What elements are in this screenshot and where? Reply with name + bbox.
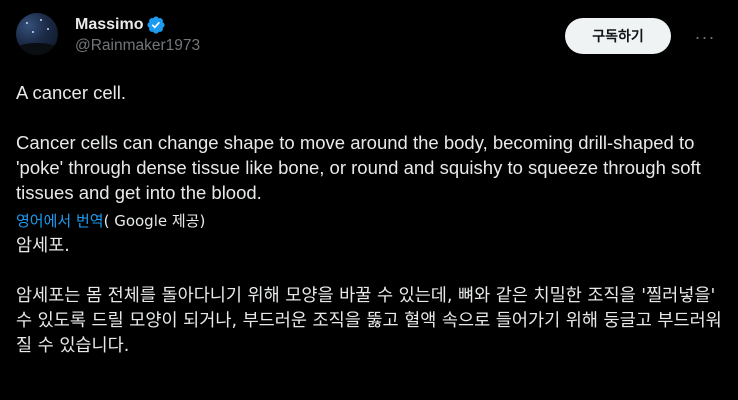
tweet-body: A cancer cell. Cancer cells can change s…	[16, 80, 722, 359]
more-options-icon[interactable]: ···	[688, 20, 722, 54]
translated-from-link[interactable]: 영어에서 번역	[16, 212, 104, 230]
tweet-header: Massimo @Rainmaker1973 구독하기 ···	[16, 12, 722, 56]
author-display-name[interactable]: Massimo	[75, 16, 143, 34]
tweet-text-line1: A cancer cell.	[16, 82, 127, 103]
verified-badge-icon	[147, 15, 166, 34]
avatar[interactable]	[16, 13, 58, 55]
author-handle[interactable]: @Rainmaker1973	[75, 37, 200, 55]
translated-text-line1: 암세포.	[16, 236, 70, 256]
translation-provider: ( Google 제공)	[103, 212, 206, 230]
tweet-card: Massimo @Rainmaker1973 구독하기 ··· A cancer…	[0, 0, 738, 400]
author-info: Massimo @Rainmaker1973	[75, 14, 200, 55]
subscribe-button[interactable]: 구독하기	[565, 18, 671, 54]
translated-text-line2: 암세포는 몸 전체를 돌아다니기 위해 모양을 바꿀 수 있는데, 뼈와 같은 …	[16, 286, 722, 356]
tweet-text-line2: Cancer cells can change shape to move ar…	[16, 132, 706, 203]
translation-attribution: 영어에서 번역( Google 제공)	[16, 211, 722, 231]
